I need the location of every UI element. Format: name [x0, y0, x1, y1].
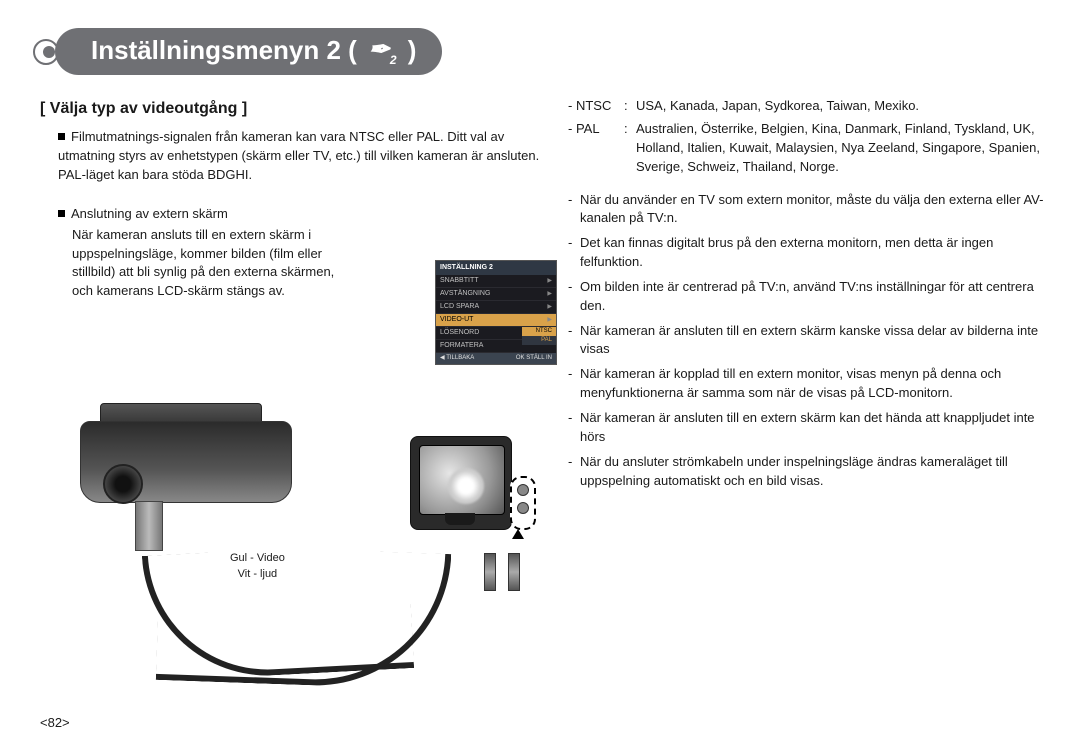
av-plug	[135, 501, 163, 551]
title-text-after: )	[408, 35, 417, 66]
sub-body: När kameran ansluts till en extern skärm…	[58, 226, 342, 301]
page-number: <82>	[40, 715, 70, 730]
lcd-row-selected: VIDEO-UT▶	[436, 314, 556, 327]
lcd-submenu-pal: PAL	[522, 336, 556, 345]
lcd-row: FORMATERA	[436, 340, 522, 353]
lcd-submenu-ntsc: NTSC	[522, 327, 556, 336]
camera-av-port	[103, 464, 143, 504]
square-bullet-icon	[58, 133, 65, 140]
lcd-row: LÖSENORD	[436, 327, 522, 340]
sub-label: Anslutning av extern skärm	[71, 206, 228, 221]
chevron-right-icon: ▶	[547, 277, 552, 286]
notes-list: -När du använder en TV som extern monito…	[568, 191, 1048, 491]
left-column: [ Välja typ av videoutgång ] Filmutmatni…	[40, 97, 540, 681]
rca-jack-video	[517, 484, 529, 496]
page-title-bar: Inställningsmenyn 2 ( ✒2 )	[55, 28, 1040, 75]
lcd-header: INSTÄLLNING 2	[436, 261, 556, 275]
ntsc-row: - NTSC : USA, Kanada, Japan, Sydkorea, T…	[568, 97, 1048, 116]
square-bullet-icon	[58, 210, 65, 217]
pal-key: - PAL	[568, 120, 624, 177]
rca-plug-video	[484, 553, 496, 591]
section-heading: [ Välja typ av videoutgång ]	[40, 97, 540, 120]
rca-plugs	[480, 553, 524, 597]
page-title: Inställningsmenyn 2 ( ✒2 )	[55, 28, 442, 75]
chevron-right-icon: ▶	[547, 290, 552, 299]
lcd-row: LCD SPARA▶	[436, 301, 556, 314]
title-dot-filled	[43, 46, 55, 58]
ntsc-val: USA, Kanada, Japan, Sydkorea, Taiwan, Me…	[636, 97, 1048, 116]
rca-plug-audio	[508, 553, 520, 591]
pal-val: Australien, Österrike, Belgien, Kina, Da…	[636, 120, 1048, 177]
tv-screen	[419, 445, 505, 515]
lcd-row: AVSTÄNGNING▶	[436, 288, 556, 301]
manual-page: Inställningsmenyn 2 ( ✒2 ) [ Välja typ a…	[0, 0, 1080, 746]
right-column: - NTSC : USA, Kanada, Japan, Sydkorea, T…	[568, 97, 1048, 681]
list-item: -När du ansluter strömkabeln under inspe…	[568, 453, 1048, 491]
intro-text: Filmutmatnings-signalen från kameran kan…	[58, 129, 539, 182]
list-item: -När kameran är ansluten till en extern …	[568, 409, 1048, 447]
caption-audio: Vit - ljud	[230, 567, 285, 582]
title-text-before: Inställningsmenyn 2 (	[91, 35, 357, 66]
tool-2-icon: ✒2	[368, 34, 396, 67]
camera-body	[80, 421, 292, 503]
cable-caption: Gul - Video Vit - ljud	[230, 551, 285, 582]
rca-jack-panel	[510, 476, 536, 530]
tv-base	[445, 513, 475, 525]
rca-jack-audio	[517, 502, 529, 514]
connection-diagram: Gul - Video Vit - ljud	[40, 421, 540, 681]
camera-lcd-menu: INSTÄLLNING 2 SNABBTITT▶ AVSTÄNGNING▶ LC…	[435, 260, 557, 365]
chevron-right-icon: ▶	[547, 316, 552, 325]
pal-row: - PAL : Australien, Österrike, Belgien, …	[568, 120, 1048, 177]
arrow-up-icon	[512, 529, 524, 539]
lcd-row: SNABBTITT▶	[436, 275, 556, 288]
chevron-right-icon: ▶	[547, 303, 552, 312]
ntsc-key: - NTSC	[568, 97, 624, 116]
av-cable-right	[156, 544, 452, 690]
list-item: -När kameran är ansluten till en extern …	[568, 322, 1048, 360]
list-item: -När du använder en TV som extern monito…	[568, 191, 1048, 229]
list-item: -Om bilden inte är centrerad på TV:n, an…	[568, 278, 1048, 316]
list-item: -När kameran är kopplad till en extern m…	[568, 365, 1048, 403]
content-columns: [ Välja typ av videoutgång ] Filmutmatni…	[40, 97, 1040, 681]
list-item: -Det kan finnas digitalt brus på den ext…	[568, 234, 1048, 272]
caption-video: Gul - Video	[230, 551, 285, 566]
intro-block: Filmutmatnings-signalen från kameran kan…	[58, 128, 540, 185]
tv-picture	[448, 468, 484, 504]
lcd-footer: ◀ TILLBAKA OK STÄLL IN	[436, 353, 556, 364]
